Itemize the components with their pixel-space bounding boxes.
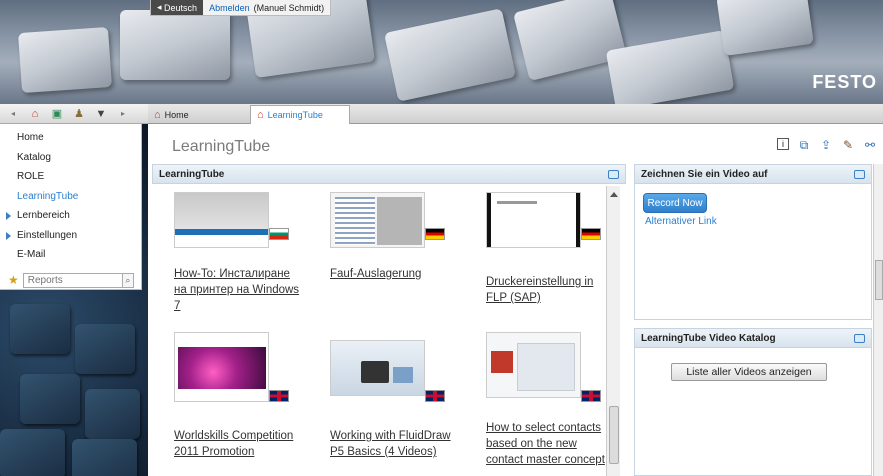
bg-key bbox=[85, 389, 140, 439]
record-now-button[interactable]: Record Now bbox=[643, 193, 707, 213]
menu-item-einstellungen[interactable]: Einstellungen bbox=[0, 226, 141, 246]
german-flag-icon bbox=[425, 228, 445, 240]
menu-item-email[interactable]: E-Mail bbox=[0, 245, 141, 265]
banner-key bbox=[384, 8, 516, 102]
video-title[interactable]: Fauf-Auslagerung bbox=[330, 266, 460, 282]
people-icon[interactable]: ♟ bbox=[72, 107, 86, 121]
minimize-icon[interactable] bbox=[608, 170, 619, 179]
reports-input[interactable] bbox=[22, 272, 123, 288]
video-title[interactable]: Worldskills Competition 2011 Promotion bbox=[174, 428, 304, 460]
video-thumbnail[interactable] bbox=[174, 332, 269, 402]
user-name: (Manuel Schmidt) bbox=[253, 2, 325, 13]
menu-item-role[interactable]: ROLE bbox=[0, 167, 141, 187]
scroll-up-icon[interactable] bbox=[610, 192, 618, 197]
left-icon-toolbar: ◂ ⌂ ▣ ♟ ▼ ▸ bbox=[0, 104, 148, 124]
learningtube-panel-title: LearningTube bbox=[159, 168, 225, 180]
tab-home[interactable]: ⌂ Home bbox=[148, 105, 248, 124]
show-all-videos-button[interactable]: Liste aller Videos anzeigen bbox=[671, 363, 827, 381]
video-title[interactable]: Working with FluidDraw P5 Basics (4 Vide… bbox=[330, 428, 460, 460]
archive-icon[interactable]: ▣ bbox=[50, 107, 64, 121]
video-thumbnail[interactable] bbox=[330, 192, 425, 248]
info-icon[interactable]: i bbox=[777, 138, 789, 150]
menu-item-learningtube[interactable]: LearningTube bbox=[0, 187, 141, 207]
header-banner: ◂ Deutsch Abmelden (Manuel Schmidt) FEST… bbox=[0, 0, 883, 104]
graduation-cap-icon[interactable]: ▼ bbox=[94, 107, 108, 121]
video-thumbnail[interactable] bbox=[486, 192, 581, 248]
language-label: Deutsch bbox=[164, 2, 198, 13]
video-title[interactable]: Druckereinstellung in FLP (SAP) bbox=[486, 274, 616, 306]
banner-key bbox=[120, 10, 230, 80]
tab-strip: ⌂ Home ⌂ LearningTube bbox=[148, 104, 883, 124]
video-title[interactable]: How-To: Инсталиране на принтер на Window… bbox=[174, 266, 304, 314]
catalog-panel: LearningTube Video Katalog Liste aller V… bbox=[634, 328, 872, 476]
bg-key bbox=[20, 374, 80, 424]
left-menu: Home Katalog ROLE LearningTube Lernberei… bbox=[0, 124, 142, 290]
tab-learningtube[interactable]: ⌂ LearningTube bbox=[250, 105, 350, 124]
network-icon[interactable]: ⚯ bbox=[863, 138, 877, 152]
page-tools: i ⧉ ⇪ ✎ ⚯ bbox=[777, 138, 877, 152]
menu-item-lernbereich[interactable]: Lernbereich bbox=[0, 206, 141, 226]
tab-learningtube-label: LearningTube bbox=[267, 110, 323, 120]
video-list-scrollbar[interactable] bbox=[606, 186, 620, 476]
bg-key bbox=[10, 304, 70, 354]
bg-key bbox=[0, 429, 65, 476]
alternative-link[interactable]: Alternativer Link bbox=[645, 216, 717, 227]
banner-key bbox=[605, 30, 735, 104]
german-flag-icon bbox=[581, 228, 601, 240]
user-bar: ◂ Deutsch Abmelden (Manuel Schmidt) bbox=[150, 0, 332, 16]
reports-search: ★ ⌕ bbox=[8, 272, 134, 288]
minimize-icon[interactable] bbox=[854, 170, 865, 179]
catalog-panel-header: LearningTube Video Katalog bbox=[634, 328, 872, 348]
uk-flag-icon bbox=[581, 390, 601, 402]
bulgarian-flag-icon bbox=[269, 228, 289, 240]
record-panel-header: Zeichnen Sie ein Video auf bbox=[634, 164, 872, 184]
star-folder-icon: ★ bbox=[8, 273, 19, 287]
language-switch-button[interactable]: ◂ Deutsch bbox=[151, 0, 204, 15]
scroll-thumb[interactable] bbox=[609, 406, 619, 464]
menu-item-home[interactable]: Home bbox=[0, 128, 141, 148]
home-icon: ⌂ bbox=[257, 109, 264, 121]
catalog-panel-title: LearningTube Video Katalog bbox=[641, 332, 776, 344]
video-thumbnail[interactable] bbox=[486, 332, 581, 398]
banner-key bbox=[18, 26, 112, 94]
uk-flag-icon bbox=[269, 390, 289, 402]
video-grid: How-To: Инсталиране на принтер на Window… bbox=[154, 186, 614, 476]
bg-key bbox=[72, 439, 137, 476]
logout-link[interactable]: Abmelden bbox=[203, 3, 254, 13]
search-icon[interactable]: ⌕ bbox=[122, 272, 134, 288]
page-title: LearningTube bbox=[172, 138, 271, 155]
page-scrollbar[interactable] bbox=[873, 164, 883, 476]
home-icon: ⌂ bbox=[154, 108, 161, 121]
tab-home-label: Home bbox=[164, 109, 189, 120]
video-thumbnail[interactable] bbox=[174, 192, 269, 248]
edit-icon[interactable]: ✎ bbox=[841, 138, 855, 152]
festo-logo: FESTO bbox=[812, 72, 877, 92]
bg-key bbox=[75, 324, 135, 374]
arrow-right-icon[interactable]: ▸ bbox=[116, 107, 130, 121]
menu-item-katalog[interactable]: Katalog bbox=[0, 148, 141, 168]
banner-key bbox=[716, 0, 814, 56]
record-panel: Zeichnen Sie ein Video auf Record Now Al… bbox=[634, 164, 872, 320]
video-title[interactable]: How to select contacts based on the new … bbox=[486, 420, 614, 468]
export-icon[interactable]: ⧉ bbox=[797, 138, 811, 152]
home-icon[interactable]: ⌂ bbox=[28, 107, 42, 121]
uk-flag-icon bbox=[425, 390, 445, 402]
arrow-left-icon[interactable]: ◂ bbox=[6, 107, 20, 121]
page-scroll-thumb[interactable] bbox=[875, 260, 883, 300]
record-panel-title: Zeichnen Sie ein Video auf bbox=[641, 168, 768, 180]
minimize-icon[interactable] bbox=[854, 334, 865, 343]
share-icon[interactable]: ⇪ bbox=[819, 138, 833, 152]
main-content: LearningTube i ⧉ ⇪ ✎ ⚯ LearningTube How-… bbox=[148, 124, 883, 476]
learningtube-panel-header: LearningTube bbox=[152, 164, 626, 184]
video-thumbnail[interactable] bbox=[330, 340, 425, 396]
